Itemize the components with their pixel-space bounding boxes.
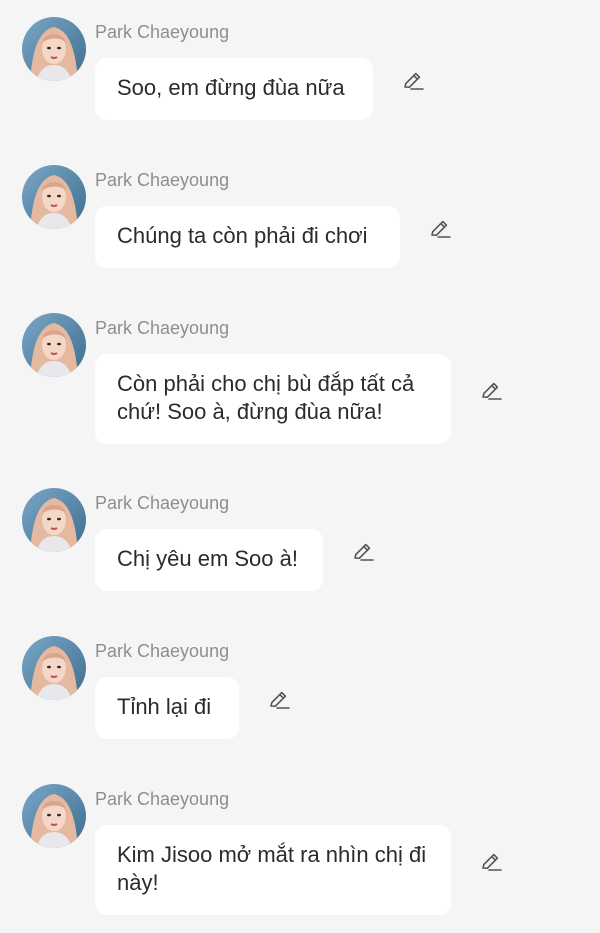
avatar-icon bbox=[22, 17, 86, 81]
message-bubble[interactable]: Chúng ta còn phải đi chơi bbox=[95, 206, 400, 268]
sender-name: Park Chaeyoung bbox=[95, 789, 230, 809]
avatar-icon bbox=[22, 488, 86, 552]
pencil-edit-icon[interactable] bbox=[428, 217, 452, 241]
avatar-icon bbox=[22, 636, 86, 700]
sender-name: Park Chaeyoung bbox=[95, 641, 230, 661]
message-bubble[interactable]: Chị yêu em Soo à! bbox=[95, 529, 323, 591]
avatar-icon bbox=[22, 165, 86, 229]
avatar[interactable] bbox=[22, 165, 86, 229]
avatar[interactable] bbox=[22, 313, 86, 377]
avatar[interactable] bbox=[22, 784, 86, 848]
message-bubble[interactable]: Kim Jisoo mở mắt ra nhìn chị đi này! bbox=[95, 825, 451, 915]
pencil-edit-icon[interactable] bbox=[479, 379, 503, 403]
sender-name: Park Chaeyoung bbox=[95, 493, 230, 513]
avatar[interactable] bbox=[22, 17, 86, 81]
avatar-icon bbox=[22, 784, 86, 848]
sender-name: Park Chaeyoung bbox=[95, 170, 230, 190]
pencil-edit-icon[interactable] bbox=[351, 540, 375, 564]
sender-name: Park Chaeyoung bbox=[95, 318, 230, 338]
avatar[interactable] bbox=[22, 636, 86, 700]
pencil-edit-icon[interactable] bbox=[401, 69, 425, 93]
pencil-edit-icon[interactable] bbox=[479, 850, 503, 874]
pencil-edit-icon[interactable] bbox=[267, 688, 291, 712]
message-bubble[interactable]: Tỉnh lại đi bbox=[95, 677, 239, 739]
message-bubble[interactable]: Soo, em đừng đùa nữa bbox=[95, 58, 373, 120]
avatar-icon bbox=[22, 313, 86, 377]
avatar[interactable] bbox=[22, 488, 86, 552]
sender-name: Park Chaeyoung bbox=[95, 22, 230, 42]
message-bubble[interactable]: Còn phải cho chị bù đắp tất cả chứ! Soo … bbox=[95, 354, 451, 444]
